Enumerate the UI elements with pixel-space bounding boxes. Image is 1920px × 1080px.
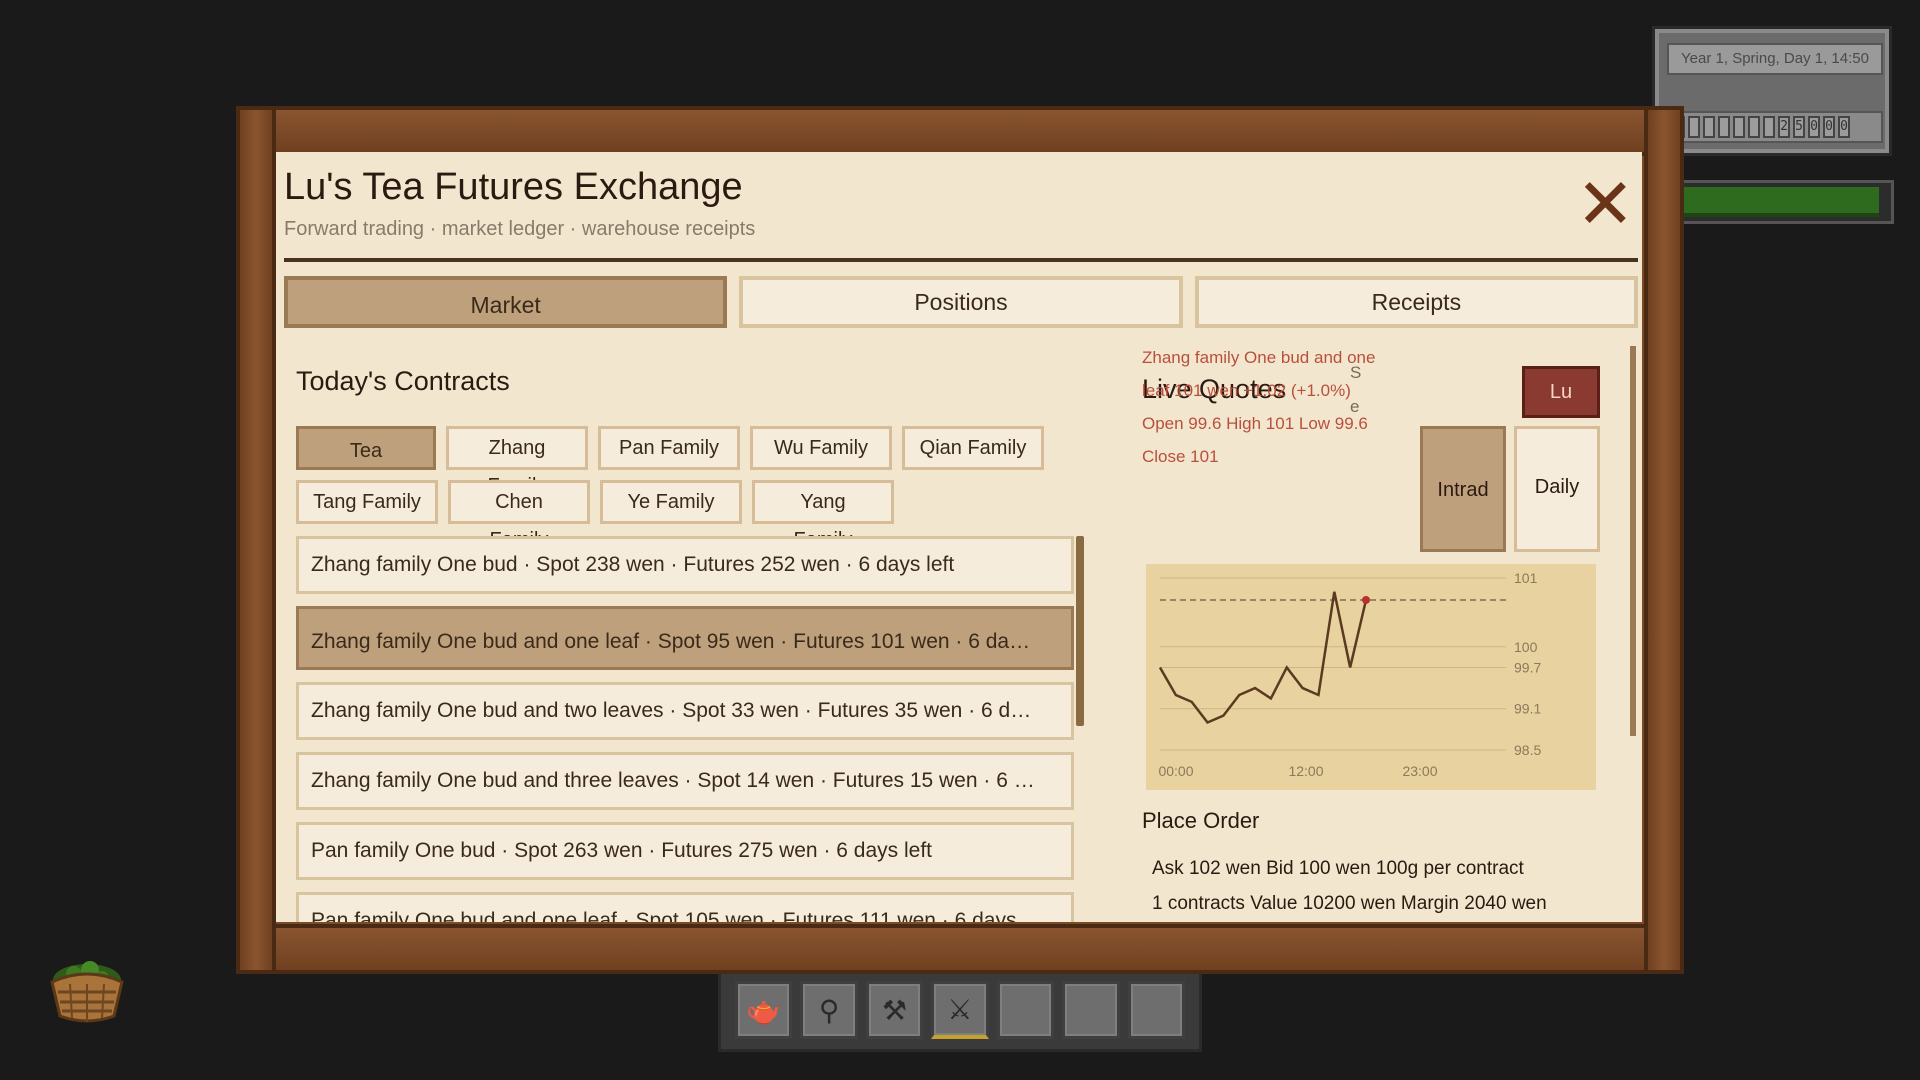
money-digit: 0	[1808, 116, 1820, 138]
tab-market[interactable]: Market	[284, 276, 728, 328]
order-summary: 1 contracts Value 10200 wen Margin 2040 …	[1152, 893, 1547, 914]
filter-chip[interactable]: Pan Family	[598, 426, 740, 470]
toolbar-slot-sickle-icon[interactable]: ⚔	[931, 981, 989, 1039]
toolbar-slot-empty[interactable]	[1062, 981, 1120, 1039]
shovel-icon: ⚲	[818, 994, 840, 1026]
filter-chip[interactable]: Ye Family	[600, 480, 742, 524]
tab-receipts[interactable]: Receipts	[1194, 276, 1638, 328]
hammer-icon: ⚒	[882, 994, 908, 1026]
main-tabs: Market Positions Receipts	[284, 276, 1638, 328]
place-order-heading: Place Order	[1142, 808, 1260, 833]
y-tick-label: 100	[1514, 639, 1538, 655]
datetime-display: Year 1, Spring, Day 1, 14:50	[1667, 43, 1883, 75]
money-digit: 2	[1778, 116, 1790, 138]
tab-positions[interactable]: Positions	[739, 276, 1183, 328]
money-digit	[1733, 116, 1745, 138]
money-digit: 0	[1823, 116, 1835, 138]
quote-line: Zhang family One bud and one	[1142, 348, 1376, 367]
money-digit	[1763, 116, 1775, 138]
contract-row[interactable]: Zhang family One bud · Spot 238 wen · Fu…	[296, 536, 1074, 594]
frame-beam-bottom	[240, 924, 1680, 970]
money-digit	[1748, 116, 1760, 138]
frame-post-right	[1644, 110, 1680, 970]
toolbar-slot-empty[interactable]	[1127, 981, 1185, 1039]
x-tick-label: 12:00	[1288, 763, 1323, 779]
tea-basket-icon[interactable]	[44, 946, 130, 1028]
page-title: Lu's Tea Futures Exchange	[284, 166, 743, 208]
intraday-button[interactable]: Intrad	[1420, 426, 1506, 552]
title-divider	[284, 258, 1638, 262]
filter-chip[interactable]: Qian Family	[902, 426, 1044, 470]
energy-bar	[1676, 180, 1894, 224]
money-counter: 25000	[1667, 111, 1883, 143]
energy-fill	[1683, 187, 1879, 217]
price-chart: 101 100 99.7 99.1 98.5 00:00 12:00 23:00	[1146, 564, 1596, 790]
hud-clock-panel: Year 1, Spring, Day 1, 14:50 25000	[1652, 26, 1892, 156]
y-tick-label: 98.5	[1514, 742, 1541, 758]
filter-chip[interactable]: Wu Family	[750, 426, 892, 470]
frame-post-left	[240, 110, 276, 970]
toolbar-slot-hammer-icon[interactable]: ⚒	[865, 981, 924, 1039]
filter-chip[interactable]: Tea	[296, 426, 436, 470]
close-button[interactable]: ✕	[1576, 169, 1635, 239]
watering-can-icon: 🫖	[746, 994, 782, 1026]
money-digit	[1688, 116, 1700, 138]
toolbar-slot-shovel-icon[interactable]: ⚲	[800, 981, 858, 1039]
price-chart-svg: 101 100 99.7 99.1 98.5 00:00 12:00 23:00	[1158, 570, 1541, 779]
order-prices: Ask 102 wen Bid 100 wen 100g per contrac…	[1152, 858, 1524, 879]
contract-row[interactable]: Zhang family One bud and one leaf · Spot…	[296, 606, 1074, 670]
money-digit: 5	[1793, 116, 1805, 138]
last-price-point	[1362, 596, 1370, 604]
money-digit	[1718, 116, 1730, 138]
price-series-line	[1158, 591, 1368, 725]
game-screen: Year 1, Spring, Day 1, 14:50 25000 🫖 ⚲ ⚒ ⚔ …	[0, 0, 1920, 1080]
toolbar-slot-empty[interactable]	[996, 981, 1055, 1039]
contracts-list: Zhang family One bud · Spot 238 wen · Fu…	[296, 536, 1074, 922]
money-digit	[1703, 116, 1715, 138]
quote-line: leaf 101 wen +1.02 (+1.0%)	[1142, 381, 1351, 400]
panel-scrollbar[interactable]	[1630, 346, 1636, 736]
family-filters: TeaZhang FamilyPan FamilyWu FamilyQian F…	[296, 426, 1076, 551]
filter-chip[interactable]: Yang Family	[752, 480, 894, 551]
quote-line: Open 99.6 High 101 Low 99.6	[1142, 414, 1368, 433]
filter-chip[interactable]: Zhang Family	[446, 426, 588, 497]
merchant-lu-button[interactable]: Lu	[1522, 366, 1600, 418]
item-toolbar: 🫖 ⚲ ⚒ ⚔	[718, 966, 1202, 1052]
quote-line: Close 101	[1142, 447, 1219, 466]
exchange-panel: Lu's Tea Futures Exchange Forward tradin…	[276, 152, 1642, 922]
y-tick-label: 101	[1514, 570, 1538, 586]
page-subtitle: Forward trading · market ledger · wareho…	[284, 218, 756, 240]
x-tick-label: 23:00	[1402, 763, 1437, 779]
daily-button[interactable]: Daily	[1514, 426, 1600, 552]
sickle-icon: ⚔	[947, 994, 973, 1025]
filter-chip[interactable]: Chen Family	[448, 480, 590, 551]
y-tick-label: 99.1	[1514, 701, 1541, 717]
contracts-heading: Today's Contracts	[296, 366, 510, 396]
contracts-scrollbar[interactable]	[1076, 536, 1084, 726]
frame-beam-top	[240, 110, 1680, 156]
toolbar-slot-watering-can-icon[interactable]: 🫖	[735, 981, 793, 1039]
y-tick-label: 99.7	[1514, 659, 1541, 675]
filter-chip[interactable]: Tang Family	[296, 480, 438, 524]
money-digit: 0	[1838, 116, 1850, 138]
contract-row[interactable]: Pan family One bud · Spot 263 wen · Futu…	[296, 822, 1074, 880]
contract-row[interactable]: Zhang family One bud and two leaves · Sp…	[296, 682, 1074, 740]
x-tick-label: 00:00	[1158, 763, 1193, 779]
contract-row[interactable]: Pan family One bud and one leaf · Spot 1…	[296, 892, 1074, 922]
contract-row[interactable]: Zhang family One bud and three leaves · …	[296, 752, 1074, 810]
